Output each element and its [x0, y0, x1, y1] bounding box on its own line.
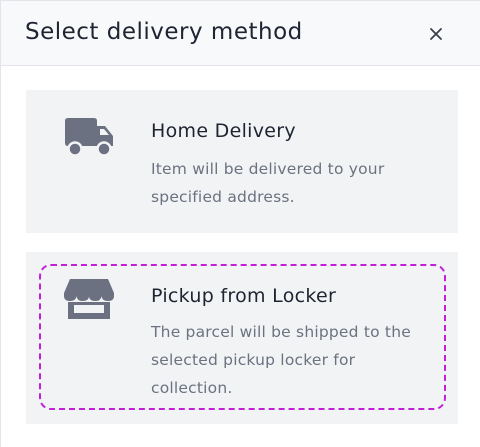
- store-icon: [64, 279, 114, 319]
- home-delivery-option[interactable]: Home Delivery Item will be delivered to …: [26, 90, 458, 233]
- close-button[interactable]: [423, 21, 449, 47]
- pickup-locker-option[interactable]: Pickup from Locker The parcel will be sh…: [26, 252, 458, 424]
- home-delivery-description: Item will be delivered to your specified…: [151, 160, 385, 206]
- home-delivery-title: Home Delivery: [151, 120, 296, 142]
- pickup-locker-title: Pickup from Locker: [151, 285, 337, 307]
- modal-header: Select delivery method: [1, 0, 480, 66]
- close-icon: [430, 28, 442, 40]
- modal-title: Select delivery method: [25, 19, 303, 45]
- truck-icon: [65, 118, 113, 157]
- pickup-locker-description: The parcel will be shipped to the select…: [151, 323, 411, 397]
- delivery-method-modal: Select delivery method Home Delivery Ite…: [0, 0, 480, 447]
